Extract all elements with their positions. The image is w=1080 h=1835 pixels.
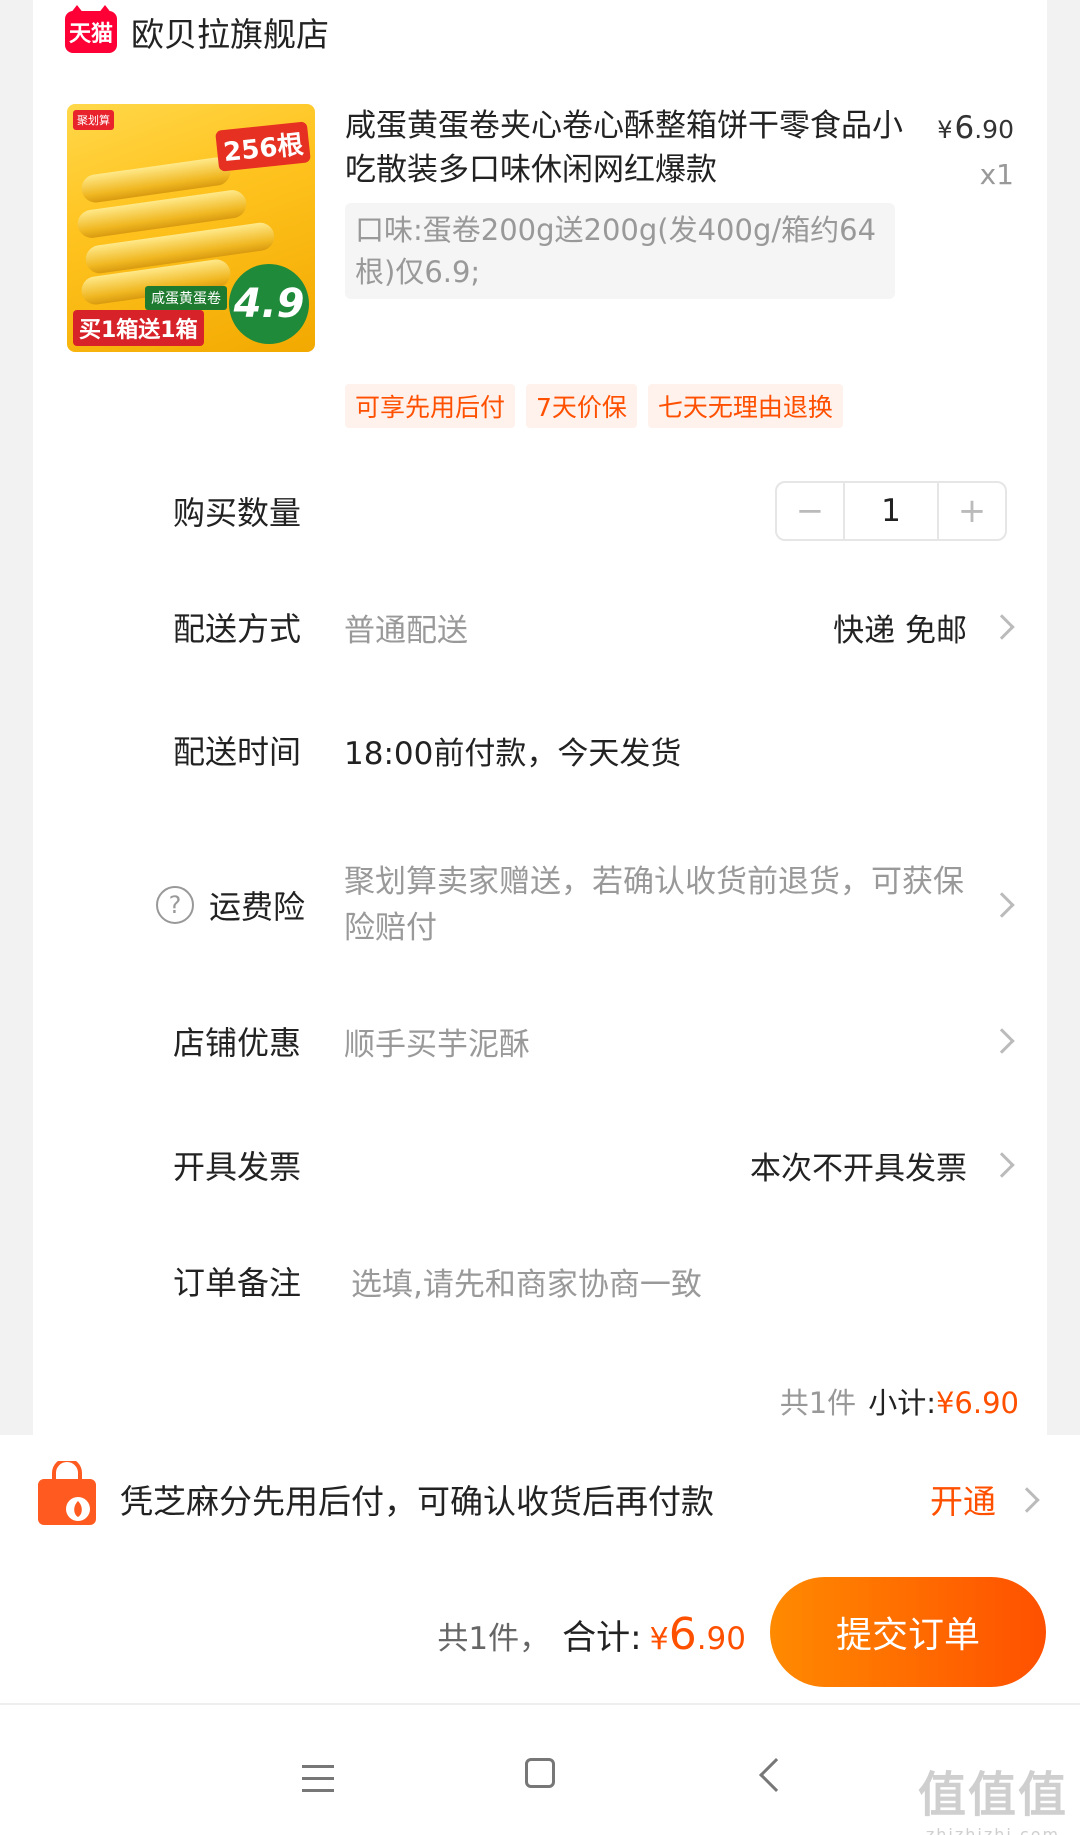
tag-price-protect: 7天价保 — [526, 384, 637, 428]
delivery-time-label: 配送时间 — [173, 733, 302, 771]
chevron-right-icon — [1014, 1487, 1040, 1513]
chevron-right-icon — [989, 1152, 1015, 1178]
subtotal-amount: ¥6.90 — [935, 1386, 1019, 1420]
order-confirm-page: 天猫 欧贝拉旗舰店 聚划算 256根 咸蛋黄蛋卷 买1箱送1箱 4.9 咸蛋黄蛋… — [0, 0, 1080, 1835]
note-row: 订单备注 选填,请先和商家协商一致 — [33, 1236, 1047, 1326]
insurance-row[interactable]: ? 运费险 聚划算卖家赠送，若确认收货前退货，可获保险赔付 — [33, 850, 1047, 960]
store-discount-value: 顺手买芋泥酥 — [344, 1026, 530, 1063]
activate-link[interactable]: 开通 — [930, 1475, 996, 1523]
quantity-input[interactable]: 1 — [843, 483, 939, 539]
delivery-method-row[interactable]: 配送方式 普通配送 快递 免邮 — [33, 582, 1047, 672]
order-card: 天猫 欧贝拉旗舰店 聚划算 256根 咸蛋黄蛋卷 买1箱送1箱 4.9 咸蛋黄蛋… — [33, 0, 1047, 1435]
watermark-logo: 值值值 — [917, 1767, 1068, 1823]
delivery-time-value: 18:00前付款，今天发货 — [344, 735, 682, 772]
chevron-right-icon — [989, 1028, 1015, 1054]
submit-order-button[interactable]: 提交订单 — [770, 1577, 1046, 1687]
credit-text: 凭芝麻分先用后付，可确认收货后再付款 — [120, 1482, 714, 1521]
price-dec: .90 — [974, 115, 1014, 144]
shopping-bag-icon — [38, 1461, 96, 1525]
invoice-value: 本次不开具发票 — [750, 1150, 967, 1187]
delivery-method-value: 普通配送 — [344, 612, 468, 649]
minus-button[interactable]: − — [777, 483, 843, 539]
checkout-footer: 共1件， 合计: ¥ 6 .90 提交订单 — [0, 1565, 1080, 1705]
store-discount-label: 店铺优惠 — [173, 1024, 302, 1062]
total-int: 6 — [668, 1609, 697, 1660]
tag-free-return: 七天无理由退换 — [647, 384, 843, 428]
total-area: 共1件， 合计: ¥ 6 .90 — [437, 1609, 746, 1660]
total-dec: .90 — [696, 1621, 746, 1657]
invoice-label: 开具发票 — [173, 1148, 302, 1186]
help-icon[interactable]: ? — [156, 886, 194, 924]
thumb-banner: 买1箱送1箱 — [73, 310, 204, 346]
note-label: 订单备注 — [173, 1264, 302, 1302]
quantity-row: 购买数量 − 1 + — [33, 466, 1047, 556]
thumb-sub: 咸蛋黄蛋卷 — [145, 286, 227, 310]
thumb-price: 4.9 — [229, 264, 309, 344]
total-yen: ¥ — [649, 1622, 669, 1657]
service-tags: 可享先用后付 7天价保 七天无理由退换 — [345, 384, 843, 428]
tag-pay-later: 可享先用后付 — [345, 384, 516, 428]
tmall-logo-icon: 天猫 — [65, 5, 117, 53]
insurance-label: 运费险 — [209, 888, 306, 926]
product-title[interactable]: 咸蛋黄蛋卷夹心卷心酥整箱饼干零食品小吃散装多口味休闲网红爆款 — [345, 104, 905, 192]
store-name: 欧贝拉旗舰店 — [131, 15, 329, 54]
thumb-badge: 聚划算 — [73, 110, 114, 130]
back-icon[interactable] — [759, 1758, 793, 1792]
credit-pay-later-bar[interactable]: 凭芝麻分先用后付，可确认收货后再付款 开通 — [0, 1435, 1080, 1565]
menu-icon[interactable] — [302, 1765, 334, 1801]
price-int: 6 — [954, 110, 975, 146]
watermark: 值值值 zhizhizhi.com — [918, 1755, 1068, 1835]
delivery-method-right: 快递 免邮 — [833, 612, 967, 649]
total-label: 合计: — [562, 1618, 642, 1658]
invoice-row[interactable]: 开具发票 本次不开具发票 — [33, 1120, 1047, 1210]
system-nav-bar: 值值值 zhizhizhi.com — [0, 1705, 1080, 1835]
product-thumbnail[interactable]: 聚划算 256根 咸蛋黄蛋卷 买1箱送1箱 4.9 — [67, 104, 315, 352]
product-price: ¥6.90 — [937, 110, 1014, 146]
total-count: 共1件， — [437, 1621, 551, 1657]
thumb-count: 256根 — [214, 121, 311, 172]
delivery-time-row: 配送时间 18:00前付款，今天发货 — [33, 705, 1047, 795]
price-symbol: ¥ — [937, 116, 953, 144]
insurance-value: 聚划算卖家赠送，若确认收货前退货，可获保险赔付 — [344, 864, 964, 946]
subtotal-count: 共1件 — [779, 1386, 857, 1420]
product-quantity: x1 — [979, 158, 1014, 191]
quantity-label: 购买数量 — [173, 494, 302, 532]
chevron-right-icon — [989, 892, 1015, 918]
delivery-method-label: 配送方式 — [173, 610, 302, 648]
watermark-url: zhizhizhi.com — [925, 1825, 1061, 1835]
product-sku[interactable]: 口味:蛋卷200g送200g(发400g/箱约64根)仅6.9; — [345, 203, 895, 299]
note-input[interactable]: 选填,请先和商家协商一致 — [351, 1259, 702, 1304]
chevron-right-icon — [989, 614, 1015, 640]
store-discount-row[interactable]: 店铺优惠 顺手买芋泥酥 — [33, 996, 1047, 1086]
subtotal: 共1件 小计:¥6.90 — [780, 1380, 1019, 1422]
quantity-stepper[interactable]: − 1 + — [775, 481, 1007, 541]
plus-button[interactable]: + — [939, 483, 1005, 539]
store-header[interactable]: 天猫 欧贝拉旗舰店 — [65, 5, 329, 56]
home-icon[interactable] — [525, 1758, 555, 1788]
subtotal-label: 小计: — [868, 1386, 936, 1420]
